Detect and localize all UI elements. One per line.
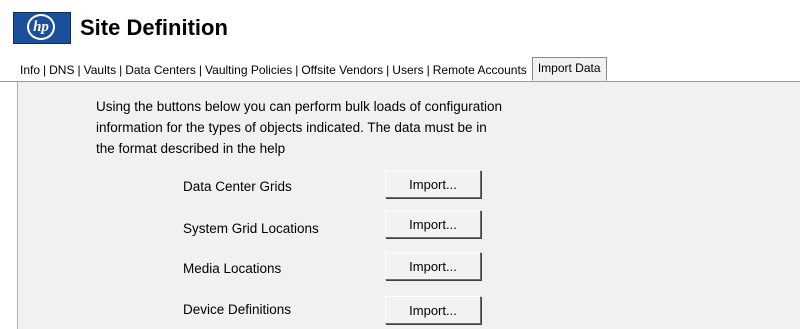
hp-logo-icon: hp — [13, 12, 71, 44]
import-data-center-grids-button[interactable]: Import... — [385, 170, 481, 198]
tab-offsite-vendors[interactable]: Offsite Vendors — [298, 61, 386, 79]
page-title: Site Definition — [80, 15, 228, 40]
tab-data-centers[interactable]: Data Centers — [122, 61, 199, 79]
description-line: Using the buttons below you can perform … — [96, 99, 502, 114]
import-device-definitions-button[interactable]: Import... — [385, 296, 481, 324]
logo-text: hp — [27, 14, 55, 40]
tab-bar: Info | DNS | Vaults | Data Centers | Vaulting Po… — [0, 55, 800, 82]
import-media-locations-button[interactable]: Import... — [385, 252, 481, 280]
system-grid-locations-label: System Grid Locations — [183, 221, 319, 236]
tab-users[interactable]: Users — [389, 61, 426, 79]
header: hp Site Definition — [0, 0, 800, 50]
data-center-grids-label: Data Center Grids — [183, 179, 292, 194]
import-system-grid-locations-button[interactable]: Import... — [385, 210, 481, 238]
tab-vaults[interactable]: Vaults — [81, 61, 119, 79]
tab-import-data[interactable]: Import Data — [531, 57, 607, 81]
tab-dns[interactable]: DNS — [46, 61, 77, 79]
import-data-panel: Using the buttons below you can perform … — [17, 82, 800, 329]
description: Using the buttons below you can perform … — [96, 96, 596, 159]
description-line: the format described in the help — [96, 141, 286, 156]
device-definitions-label: Device Definitions — [183, 302, 292, 317]
media-locations-label: Media Locations — [183, 261, 282, 276]
tab-vaulting-policies[interactable]: Vaulting Policies — [202, 61, 295, 79]
tab-remote-accounts[interactable]: Remote Accounts — [430, 61, 530, 79]
tab-info[interactable]: Info — [17, 61, 43, 79]
description-line: information for the types of objects ind… — [96, 120, 487, 135]
